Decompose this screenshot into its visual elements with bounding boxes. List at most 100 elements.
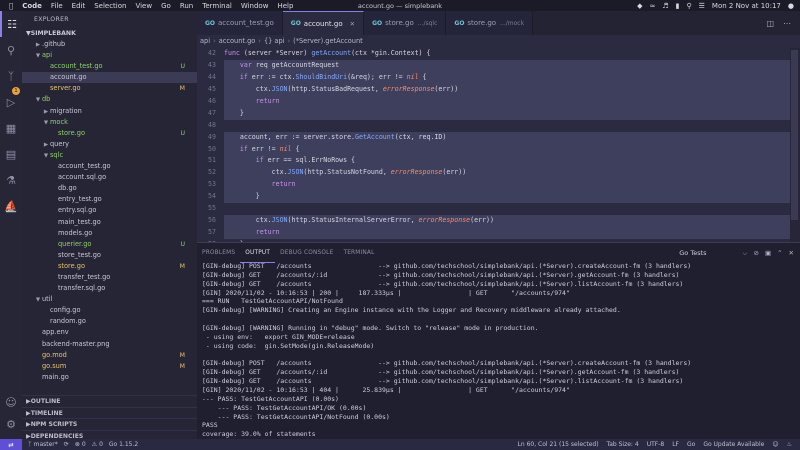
editor-tab[interactable]: GO account_test.go — [197, 11, 283, 35]
code-line[interactable] — [224, 203, 800, 215]
tree-file[interactable]: account.go — [22, 72, 197, 84]
code-line[interactable]: account, err := server.store.GetAccount(… — [224, 131, 800, 144]
remote-explorer-icon[interactable]: ▤ — [0, 141, 22, 167]
editor-scrollbar[interactable] — [790, 48, 800, 242]
panel-tab-output[interactable]: OUTPUT — [240, 243, 276, 263]
tree-file[interactable]: store.go U — [22, 128, 197, 139]
tree-file[interactable]: transfer_test.go — [22, 272, 197, 283]
tree-file[interactable]: account_test.go — [22, 161, 197, 172]
code-line[interactable]: ctx.JSON(http.StatusInternalServerError,… — [224, 215, 800, 228]
code-line[interactable]: if err != nil { — [224, 143, 800, 156]
tree-file[interactable]: transfer.sql.go — [22, 283, 197, 294]
go-version[interactable]: Go 1.15.2 — [109, 441, 138, 448]
panel-tab-problems[interactable]: PROBLEMS — [197, 243, 240, 263]
tree-file[interactable]: entry_test.go — [22, 194, 197, 205]
chevron-down-icon[interactable]: ⌵ — [743, 249, 748, 258]
explorer-root-folder[interactable]: ▼SIMPLEBANK — [22, 28, 197, 39]
warning-icon[interactable]: ⚠ — [92, 441, 97, 448]
extensions-icon[interactable]: ▦ — [0, 115, 22, 141]
tree-file[interactable]: go.sum M — [22, 361, 197, 372]
split-editor-icon[interactable]: ◫ — [766, 19, 774, 28]
breadcrumb-item[interactable]: api — [200, 37, 210, 45]
code-line[interactable]: return — [224, 95, 800, 108]
tree-folder[interactable]: ▶ query — [22, 139, 197, 150]
tree-file[interactable]: main_test.go — [22, 217, 197, 228]
close-icon[interactable]: ✕ — [350, 20, 355, 28]
section-npm-scripts[interactable]: ▶NPM SCRIPTS — [22, 418, 197, 430]
code-line[interactable]: } — [224, 191, 800, 204]
files-icon[interactable]: ☷ — [0, 11, 22, 37]
notifications-icon[interactable]: ♨ — [787, 441, 792, 448]
tree-file[interactable]: db.go — [22, 183, 197, 194]
code-line[interactable]: ctx.JSON(http.StatusNotFound, errorRespo… — [224, 167, 800, 180]
tree-file[interactable]: querier.go U — [22, 239, 197, 250]
tree-folder[interactable]: ▼ sqlc — [22, 150, 197, 161]
section-outline[interactable]: ▶OUTLINE — [22, 395, 197, 407]
code-line[interactable]: return — [224, 179, 800, 192]
code-line[interactable]: var req getAccountRequest — [224, 59, 800, 72]
tree-folder[interactable]: ▶ migration — [22, 106, 197, 117]
code-line[interactable]: if err == sql.ErrNoRows { — [224, 155, 800, 168]
tree-folder[interactable]: ▼ mock — [22, 117, 197, 128]
editor-tab[interactable]: GO account.go ✕ — [282, 11, 365, 35]
clear-output-icon[interactable]: ⊘ — [753, 249, 758, 257]
go-update-notice[interactable]: Go Update Available — [703, 441, 764, 448]
file-encoding[interactable]: UTF-8 — [647, 441, 665, 448]
feedback-icon[interactable]: ☺ — [772, 441, 778, 448]
tree-file[interactable]: store.go M — [22, 261, 197, 272]
remote-icon[interactable]: ⇄ — [0, 439, 22, 450]
panel-tab-terminal[interactable]: TERMINAL — [338, 243, 379, 263]
error-count[interactable]: 0 — [82, 441, 86, 448]
language-mode[interactable]: Go — [687, 441, 695, 448]
cursor-position[interactable]: Ln 60, Col 21 (15 selected) — [518, 441, 599, 448]
settings-gear-icon[interactable]: ⚙ — [0, 411, 22, 437]
source-control-icon[interactable]: ᛉ — [0, 63, 22, 89]
tree-file[interactable]: models.go — [22, 228, 197, 239]
tree-folder[interactable]: ▶ .github — [22, 39, 197, 50]
tree-file[interactable]: config.go — [22, 305, 197, 316]
tree-folder[interactable]: ▼ api — [22, 50, 197, 61]
more-actions-icon[interactable]: ⋯ — [783, 19, 791, 28]
breadcrumb-item[interactable]: account.go — [219, 37, 256, 45]
code-line[interactable] — [224, 120, 800, 132]
sync-icon[interactable]: ⟳ — [64, 441, 69, 448]
tree-file[interactable]: store_test.go — [22, 250, 197, 261]
tree-file[interactable]: random.go — [22, 316, 197, 327]
warning-count[interactable]: 0 — [99, 441, 103, 448]
tree-file[interactable]: account.sql.go — [22, 172, 197, 183]
breadcrumb-item[interactable]: {} api — [264, 37, 285, 45]
git-branch[interactable]: master* — [34, 441, 58, 448]
tree-folder[interactable]: ▼ db — [22, 94, 197, 105]
code-editor[interactable]: 4243444546474849505152535455565758596061… — [197, 48, 800, 242]
section-timeline[interactable]: ▶TIMELINE — [22, 406, 197, 419]
editor-tab[interactable]: GO store.go .../sqlc — [364, 11, 447, 35]
close-panel-icon[interactable]: ✕ — [789, 249, 794, 257]
code-line[interactable]: return — [224, 227, 800, 239]
tab-size[interactable]: Tab Size: 4 — [607, 441, 639, 448]
tree-folder[interactable]: ▼ util — [22, 294, 197, 305]
tree-file[interactable]: main.go — [22, 372, 197, 383]
test-icon[interactable]: ⚗ — [0, 167, 22, 193]
output-channel-select[interactable]: Go Tests — [679, 249, 706, 257]
code-area[interactable]: func (server *Server) getAccount(ctx *gi… — [224, 48, 800, 242]
code-line[interactable]: if err := ctx.ShouldBindUri(&req); err !… — [224, 71, 800, 84]
tree-file[interactable]: server.go M — [22, 83, 197, 94]
tree-file[interactable]: entry.sql.go — [22, 205, 197, 216]
tree-file[interactable]: account_test.go U — [22, 61, 197, 72]
end-of-line[interactable]: LF — [672, 441, 679, 448]
editor-tab[interactable]: GO store.go .../mock — [446, 11, 534, 35]
code-line[interactable]: } — [224, 107, 800, 120]
search-icon[interactable]: ⚲ — [0, 37, 22, 63]
git-branch-icon[interactable]: ᛉ — [28, 441, 32, 448]
maximize-panel-icon[interactable]: ⌃ — [777, 249, 782, 257]
tree-file[interactable]: go.mod M — [22, 350, 197, 361]
code-line[interactable]: func (server *Server) getAccount(ctx *gi… — [224, 48, 800, 60]
breadcrumb-item[interactable]: (*Server).getAccount — [293, 37, 363, 45]
panel-tab-debug-console[interactable]: DEBUG CONSOLE — [275, 243, 338, 263]
lock-scroll-icon[interactable]: ▣ — [765, 249, 771, 257]
error-icon[interactable]: ⊗ — [75, 441, 80, 448]
docker-icon[interactable]: ⛵ — [0, 193, 22, 219]
code-line[interactable]: ctx.JSON(http.StatusBadRequest, errorRes… — [224, 83, 800, 96]
tree-file[interactable]: app.env — [22, 327, 197, 338]
tree-file[interactable]: backend-master.png — [22, 339, 197, 350]
